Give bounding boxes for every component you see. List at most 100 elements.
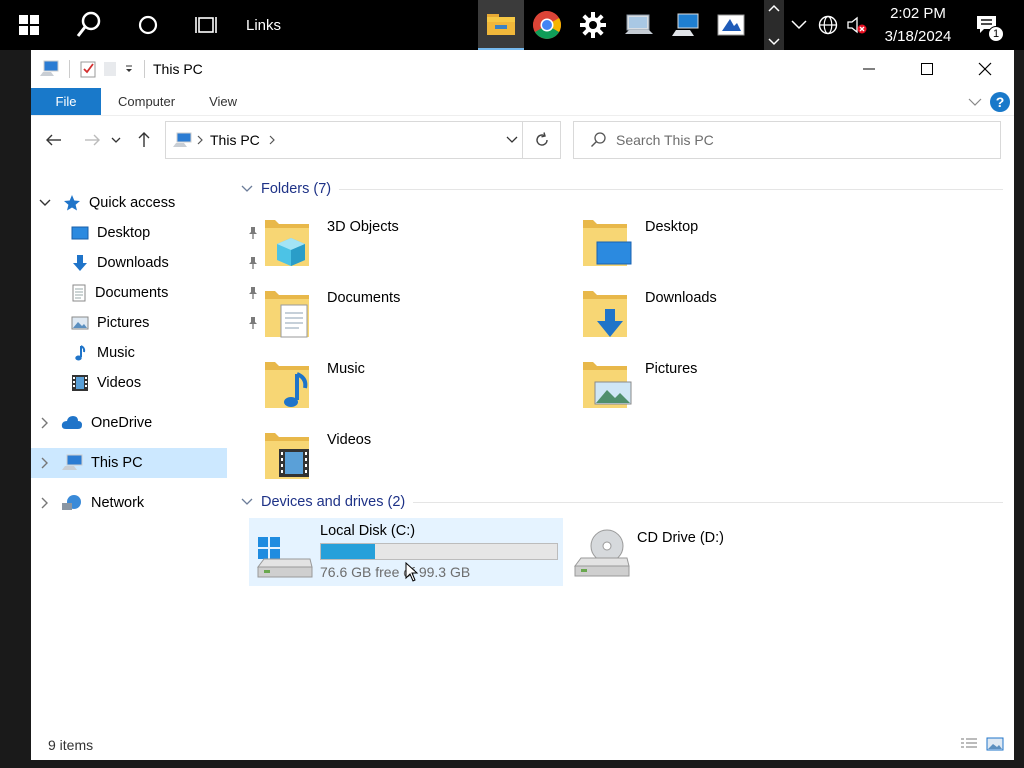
action-center-button[interactable]: 1 <box>966 0 1008 50</box>
chevron-right-icon[interactable] <box>41 457 49 469</box>
folders-group-header[interactable]: Folders (7) <box>237 178 1003 200</box>
folder-music-icon <box>265 362 309 408</box>
new-folder-icon[interactable] <box>102 60 118 78</box>
tab-file[interactable]: File <box>31 88 101 115</box>
close-icon <box>978 62 992 76</box>
taskbar-clock[interactable]: 2:02 PM 3/18/2024 <box>870 2 966 48</box>
clock-date: 3/18/2024 <box>884 28 952 45</box>
chevron-right-icon[interactable] <box>196 135 204 145</box>
recent-locations-button[interactable] <box>107 125 125 155</box>
folder-videos[interactable]: Videos <box>261 427 561 489</box>
properties-icon[interactable] <box>80 60 96 78</box>
details-view-icon[interactable] <box>960 736 978 752</box>
chevron-down-icon[interactable] <box>241 185 253 193</box>
cd-drive-icon <box>574 529 630 577</box>
drive-name: Local Disk (C:) <box>320 523 416 539</box>
download-arrow-icon <box>73 255 87 271</box>
document-icon <box>72 284 86 302</box>
large-icons-view-icon[interactable] <box>986 736 1004 752</box>
taskbar-remote-desktop[interactable] <box>616 0 662 50</box>
expand-ribbon-icon[interactable] <box>968 97 982 107</box>
forward-button[interactable] <box>77 125 107 155</box>
taskbar-paint[interactable] <box>708 0 754 50</box>
sidebar-item-label: Videos <box>97 375 142 391</box>
taskbar-chrome[interactable] <box>524 0 570 50</box>
chevron-right-icon[interactable] <box>41 417 49 429</box>
sidebar-item-network[interactable]: Network <box>31 488 227 518</box>
folder-music[interactable]: Music <box>261 356 561 418</box>
taskbar-network-computer[interactable] <box>662 0 708 50</box>
chevron-down-icon[interactable] <box>39 199 51 207</box>
sidebar-item-desktop[interactable]: Desktop <box>71 218 257 248</box>
quick-access-toolbar <box>39 60 149 78</box>
folder-documents[interactable]: Documents <box>261 285 561 347</box>
tray-overflow-button[interactable] <box>786 0 812 50</box>
network-computer-icon <box>672 13 699 36</box>
customize-qat-icon[interactable] <box>124 64 134 74</box>
qat-separator <box>69 60 70 78</box>
paint-icon <box>717 14 745 36</box>
tab-view[interactable]: View <box>192 88 254 115</box>
links-toolbar[interactable]: Links <box>246 17 281 34</box>
taskbar-settings[interactable] <box>570 0 616 50</box>
cortana-button[interactable] <box>120 0 176 50</box>
volume-tray-button[interactable] <box>844 0 870 50</box>
sidebar-item-label: This PC <box>91 455 143 471</box>
taskbar-search-button[interactable] <box>58 0 120 50</box>
chevron-right-icon[interactable] <box>41 497 49 509</box>
drive-usage-fill <box>321 544 376 559</box>
chevron-right-icon[interactable] <box>268 135 276 145</box>
chevron-up-icon[interactable] <box>768 4 780 12</box>
folder-name: Desktop <box>645 219 699 235</box>
title-bar[interactable]: This PC <box>31 50 1014 88</box>
search-icon <box>591 132 606 147</box>
qat-separator <box>144 60 145 78</box>
back-button[interactable] <box>39 125 69 155</box>
item-count: 9 items <box>48 737 94 753</box>
task-view-button[interactable] <box>176 0 236 50</box>
sidebar-item-documents[interactable]: Documents <box>71 278 257 308</box>
up-button[interactable] <box>129 125 159 155</box>
drive-cd-d[interactable]: CD Drive (D:) <box>567 518 881 586</box>
settings-icon <box>580 12 606 38</box>
star-icon <box>64 195 80 211</box>
chevron-down-icon <box>111 137 121 143</box>
maximize-button[interactable] <box>898 50 956 88</box>
close-button[interactable] <box>956 50 1014 88</box>
remote-desktop-icon <box>625 14 653 34</box>
address-bar[interactable]: This PC <box>165 121 561 159</box>
navigation-pane: Quick access Desktop Downloads Documents… <box>31 176 257 716</box>
group-title: Devices and drives (2) <box>261 494 406 510</box>
search-input[interactable] <box>616 132 976 148</box>
sidebar-item-downloads[interactable]: Downloads <box>71 248 257 278</box>
sidebar-item-label: Quick access <box>89 195 176 211</box>
sidebar-item-pictures[interactable]: Pictures <box>71 308 257 338</box>
search-box[interactable] <box>573 121 1001 159</box>
status-bar: 9 items <box>31 730 1014 760</box>
folder-pictures[interactable]: Pictures <box>579 356 879 418</box>
start-button[interactable] <box>0 0 58 50</box>
folder-3d-objects[interactable]: 3D Objects <box>261 214 561 276</box>
folder-desktop[interactable]: Desktop <box>579 214 879 276</box>
folder-downloads[interactable]: Downloads <box>579 285 879 347</box>
explorer-window: This PC File Computer View ? This PC Sea… <box>31 50 1014 760</box>
this-pc-icon <box>62 454 83 470</box>
folder-name: Documents <box>327 290 401 306</box>
taskbar-scroller[interactable] <box>764 0 784 50</box>
chevron-down-icon[interactable] <box>241 498 253 506</box>
network-tray-button[interactable] <box>812 0 844 50</box>
chevron-down-icon[interactable] <box>768 38 780 46</box>
sidebar-item-videos[interactable]: Videos <box>71 368 227 398</box>
sidebar-item-music[interactable]: Music <box>71 338 227 368</box>
help-button[interactable]: ? <box>990 92 1010 112</box>
address-text[interactable]: This PC <box>210 132 260 148</box>
drives-group-header[interactable]: Devices and drives (2) <box>237 491 1003 513</box>
sidebar-item-quick-access[interactable]: Quick access <box>31 188 227 218</box>
sidebar-item-onedrive[interactable]: OneDrive <box>31 408 227 438</box>
address-history-button[interactable] <box>502 122 522 158</box>
sidebar-item-this-pc[interactable]: This PC <box>31 448 227 478</box>
taskbar-file-explorer[interactable] <box>478 0 524 50</box>
refresh-button[interactable] <box>522 122 560 158</box>
tab-computer[interactable]: Computer <box>101 88 192 115</box>
minimize-button[interactable] <box>840 50 898 88</box>
